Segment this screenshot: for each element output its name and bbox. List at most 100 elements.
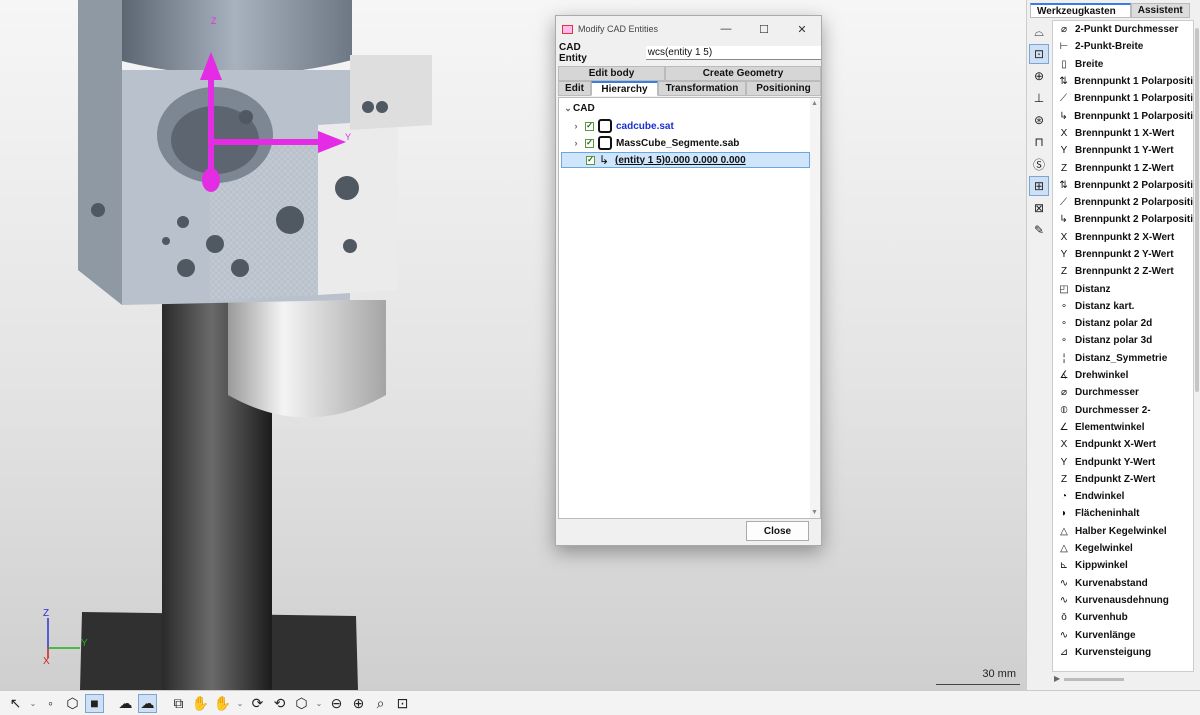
- 3d-viewport[interactable]: Z Y Z Y X 30 mm: [0, 0, 1026, 690]
- toolbox-item[interactable]: ◗ Flächeninhalt: [1053, 505, 1193, 522]
- toolbox-item[interactable]: ∘ Distanz kart.: [1053, 298, 1193, 315]
- toolbox-item[interactable]: ∿ Kurvenausdehnung: [1053, 592, 1193, 609]
- toolbox-item[interactable]: ◔ Endwinkel: [1053, 488, 1193, 505]
- toolbox-item[interactable]: ↳ Brennpunkt 2 Polarpositi: [1053, 211, 1193, 228]
- tab-transformation[interactable]: Transformation: [658, 81, 746, 96]
- wireframe-icon[interactable]: ⬡: [63, 694, 82, 713]
- tree-scrollbar[interactable]: ▲ ▼: [810, 98, 820, 518]
- rotate-cw-icon[interactable]: ⟳: [248, 694, 267, 713]
- position-icon[interactable]: ⊡: [1029, 44, 1049, 64]
- toolbox-item[interactable]: X Brennpunkt 1 X-Wert: [1053, 125, 1193, 142]
- pan-xyz-icon[interactable]: ✋: [213, 694, 232, 713]
- close-window-button[interactable]: ✕: [783, 23, 821, 36]
- tab-werkzeugkasten[interactable]: Werkzeugkasten: [1030, 3, 1131, 18]
- toolbox-item[interactable]: ∠ Elementwinkel: [1053, 419, 1193, 436]
- transparency-active-icon[interactable]: ☁: [138, 693, 157, 713]
- toolbox-item[interactable]: ∡ Drehwinkel: [1053, 367, 1193, 384]
- solid-icon[interactable]: ■: [85, 693, 104, 713]
- tree-item-checkbox[interactable]: ✓: [585, 138, 594, 148]
- toolbox-item[interactable]: ⇅ Brennpunkt 1 Polarpositi: [1053, 73, 1193, 90]
- datum-icon[interactable]: ⊥: [1029, 88, 1049, 108]
- rotate-ccw-icon[interactable]: ⟲: [270, 694, 289, 713]
- tree-item-cadcube[interactable]: › ✓ cadcube.sat: [571, 118, 674, 134]
- toolbox-item[interactable]: ∘ Distanz polar 2d: [1053, 315, 1193, 332]
- cad-entity-field[interactable]: wcs(entity 1 5): [645, 46, 821, 60]
- special-icon[interactable]: Ⓢ: [1029, 154, 1049, 174]
- fit-view-icon[interactable]: ⊡: [393, 694, 412, 713]
- form-icon[interactable]: ⌓: [1029, 22, 1049, 42]
- toolbox-item[interactable]: ō Kurvenhub: [1053, 609, 1193, 626]
- tree-item-checkbox[interactable]: ✓: [585, 121, 594, 131]
- toolbox-item[interactable]: △ Kegelwinkel: [1053, 540, 1193, 557]
- scroll-thumb[interactable]: [1195, 28, 1199, 392]
- list-h-scrollbar[interactable]: ▶: [1052, 673, 1197, 687]
- zoom-window-icon[interactable]: ⧉: [169, 694, 188, 713]
- view-dropdown-icon[interactable]: ⌄: [314, 694, 324, 713]
- toolbox-item[interactable]: X Endpunkt X-Wert: [1053, 436, 1193, 453]
- dot-icon[interactable]: ◦: [41, 694, 60, 713]
- toolbox-item[interactable]: Z Brennpunkt 2 Z-Wert: [1053, 263, 1193, 280]
- toolbox-item[interactable]: ⌀ Durchmesser: [1053, 384, 1193, 401]
- toolbox-item[interactable]: ⊿ Kurvensteigung: [1053, 644, 1193, 661]
- tab-positioning[interactable]: Positioning: [746, 81, 821, 96]
- tree-item-masscube[interactable]: › ✓ MassCube_Segmente.sab: [571, 135, 739, 151]
- toolbox-item[interactable]: X Brennpunkt 2 X-Wert: [1053, 229, 1193, 246]
- tab-edit[interactable]: Edit: [558, 81, 591, 96]
- pen-icon[interactable]: ✎: [1029, 220, 1049, 240]
- toolbox-item[interactable]: Z Endpunkt Z-Wert: [1053, 471, 1193, 488]
- tab-edit-body[interactable]: Edit body: [558, 66, 665, 81]
- report-icon[interactable]: ⊠: [1029, 198, 1049, 218]
- transparency-icon[interactable]: ☁: [116, 694, 135, 713]
- tree-item-entity[interactable]: ✓ ↳ (entity 1 5)0.000 0.000 0.000: [561, 152, 810, 168]
- toolbox-item[interactable]: ∘ Distanz polar 3d: [1053, 332, 1193, 349]
- scroll-down-icon[interactable]: ▼: [811, 509, 818, 516]
- pan-dropdown-icon[interactable]: ⌄: [235, 694, 245, 713]
- toolbox-item[interactable]: ¦ Distanz_Symmetrie: [1053, 350, 1193, 367]
- maximize-button[interactable]: ☐: [745, 23, 783, 36]
- toolbox-item[interactable]: ⟋ Brennpunkt 2 Polarpositi: [1053, 194, 1193, 211]
- toolbox-item[interactable]: ⊢ 2-Punkt-Breite: [1053, 38, 1193, 55]
- chevron-down-icon[interactable]: ⌄: [563, 103, 573, 114]
- curve-icon[interactable]: ⊛: [1029, 110, 1049, 130]
- tree-item-checkbox[interactable]: ✓: [586, 155, 595, 165]
- toolbox-item[interactable]: Y Brennpunkt 1 Y-Wert: [1053, 142, 1193, 159]
- view-cube-icon[interactable]: ⬡: [292, 694, 311, 713]
- scroll-right-icon[interactable]: ▶: [1054, 674, 1060, 683]
- toolbox-item[interactable]: ⦶ Durchmesser 2-: [1053, 402, 1193, 419]
- scroll-up-icon[interactable]: ▲: [811, 100, 818, 107]
- pan-icon[interactable]: ✋: [191, 694, 210, 713]
- chevron-right-icon[interactable]: ›: [571, 121, 581, 131]
- select-dropdown-icon[interactable]: ⌄: [28, 694, 38, 713]
- toolbox-item[interactable]: ⊾ Kippwinkel: [1053, 557, 1193, 574]
- minimize-button[interactable]: —: [707, 23, 745, 35]
- hierarchy-tree[interactable]: ⌄ CAD › ✓ cadcube.sat › ✓ MassCube_Segme…: [558, 97, 821, 519]
- tree-root[interactable]: ⌄ CAD: [563, 100, 594, 116]
- tab-create-geometry[interactable]: Create Geometry: [665, 66, 821, 81]
- list-scrollbar[interactable]: [1194, 20, 1200, 672]
- toolbox-item[interactable]: Y Endpunkt Y-Wert: [1053, 453, 1193, 470]
- toolbox-item[interactable]: ⇅ Brennpunkt 2 Polarpositi: [1053, 177, 1193, 194]
- toolbox-item[interactable]: ↳ Brennpunkt 1 Polarpositi: [1053, 107, 1193, 124]
- toolbox-item[interactable]: Z Brennpunkt 1 Z-Wert: [1053, 159, 1193, 176]
- probe-icon[interactable]: ⊓: [1029, 132, 1049, 152]
- toolbox-item[interactable]: Y Brennpunkt 2 Y-Wert: [1053, 246, 1193, 263]
- zoom-out-icon[interactable]: ⊖: [327, 694, 346, 713]
- tab-hierarchy[interactable]: Hierarchy: [591, 81, 658, 96]
- h-scroll-thumb[interactable]: [1064, 678, 1124, 681]
- cad-model-view[interactable]: Z Y Z Y X: [0, 0, 1026, 690]
- toolbox-item[interactable]: ⌀ 2-Punkt Durchmesser: [1053, 21, 1193, 38]
- toolbox-item[interactable]: ◰ Distanz: [1053, 280, 1193, 297]
- close-button[interactable]: Close: [746, 521, 809, 541]
- zoom-icon[interactable]: ⌕: [371, 694, 390, 713]
- toolbox-item[interactable]: ∿ Kurvenabstand: [1053, 575, 1193, 592]
- dialog-titlebar[interactable]: Modify CAD Entities — ☐ ✕: [556, 16, 821, 42]
- tab-assistent[interactable]: Assistent: [1130, 3, 1190, 18]
- characteristic-list[interactable]: ⌀ 2-Punkt Durchmesser ⊢ 2-Punkt-Breite ▯ Brei…: [1052, 20, 1194, 672]
- toolbox-item[interactable]: ▯ Breite: [1053, 56, 1193, 73]
- zoom-in-icon[interactable]: ⊕: [349, 694, 368, 713]
- chevron-right-icon[interactable]: ›: [571, 138, 581, 148]
- toolbox-item[interactable]: ∿ Kurvenlänge: [1053, 626, 1193, 643]
- toolbox-item[interactable]: ⟋ Brennpunkt 1 Polarpositi: [1053, 90, 1193, 107]
- toolbox-item[interactable]: △ Halber Kegelwinkel: [1053, 523, 1193, 540]
- profile-icon[interactable]: ⊕: [1029, 66, 1049, 86]
